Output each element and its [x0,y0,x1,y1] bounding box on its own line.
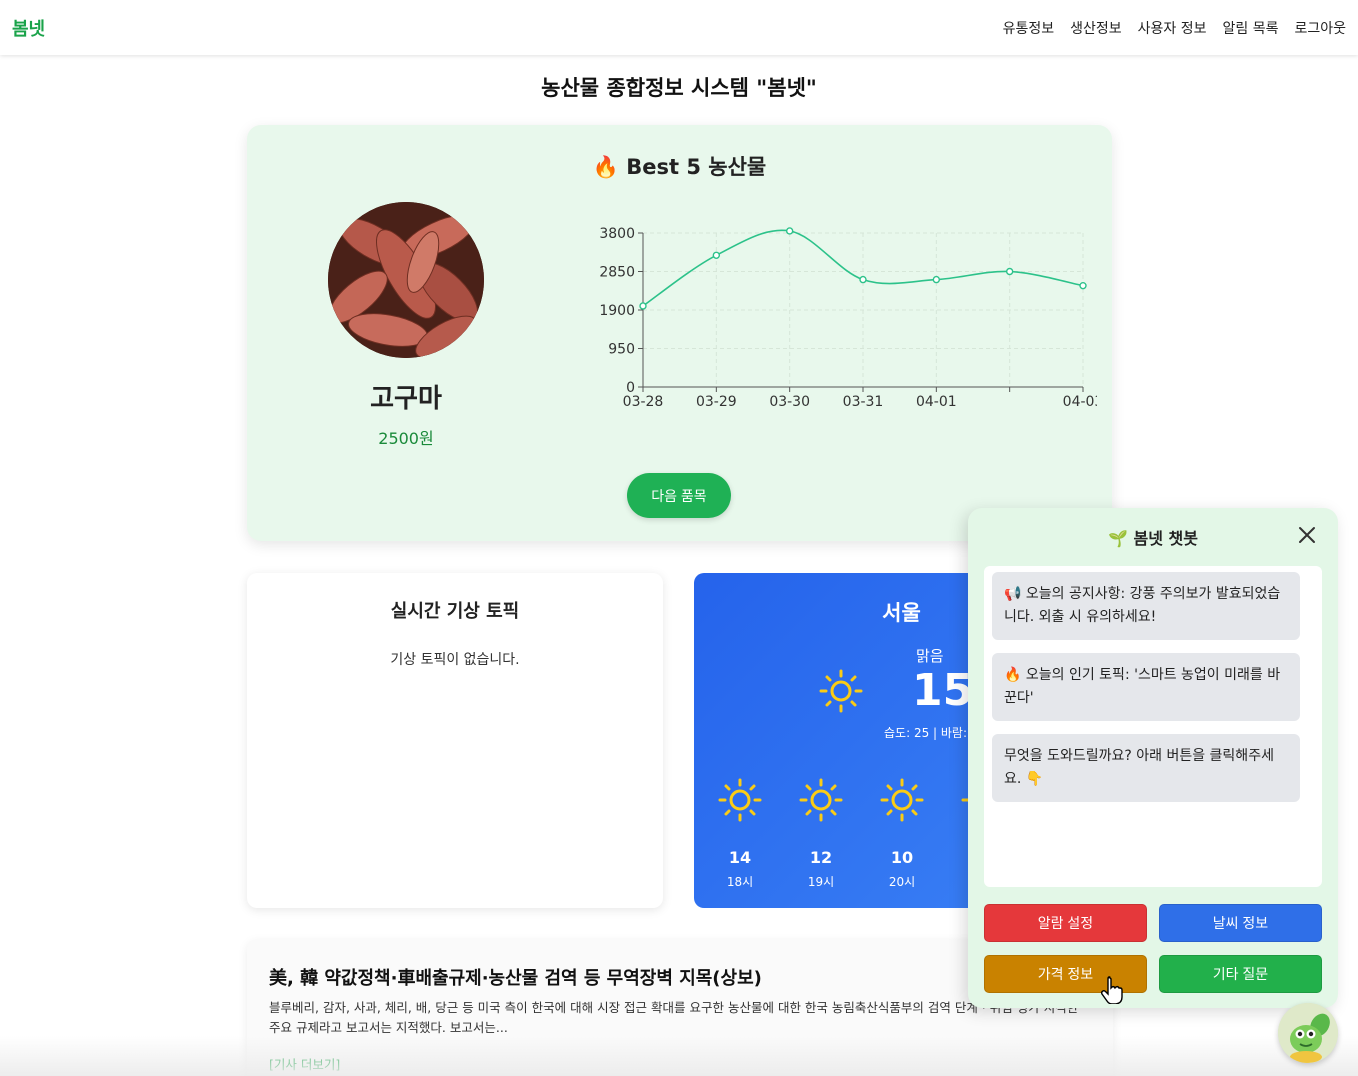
weather-topic-empty: 기상 토픽이 없습니다. [390,652,520,668]
sun-icon [718,778,762,822]
data-point [712,251,721,259]
y-tick-label: 2850 [599,265,635,281]
navbar: 봄넷 유통정보 생산정보 사용자 정보 알림 목록 로그아웃 [0,0,1358,55]
data-point [639,302,647,310]
chat-message: 📢 오늘의 공지사항: 강풍 주의보가 발효되었습니다. 외출 시 유의하세요! [992,572,1300,640]
nav-link-notifications[interactable]: 알림 목록 [1222,18,1278,38]
sun-icon [799,778,843,822]
close-icon[interactable] [1296,524,1318,546]
y-tick-label: 950 [608,342,635,358]
price-line-chart: 095019002850380003-28 03-29 03-30 03-31 04-0… [599,226,1097,410]
y-tick-label: 1900 [599,303,635,319]
weather-detail: 습도: 25 | 바람: [884,726,968,740]
x-tick-label: 03-30 [769,394,810,410]
news-read-more-link[interactable]: [기사 더보기] [269,1054,340,1073]
y-tick-label: 3800 [599,226,635,242]
hourly-time: 19시 [807,875,835,889]
sun-icon [819,669,863,717]
alarm-settings-button[interactable]: 알람 설정 [984,904,1147,942]
hourly-forecast-item: 10 20시 [872,778,932,890]
hourly-forecast-item: 12 19시 [791,778,851,890]
page-title: 농산물 종합정보 시스템 "봄넷" [541,76,817,100]
best-products-card: 🔥 Best 5 농산물 고구마 2500원 0 950 1900 2850 3800 0… [247,125,1112,541]
weather-condition: 맑음 [916,647,944,665]
next-item-button[interactable]: 다음 품목 [627,473,731,518]
product-image [328,202,484,358]
chatbot-panel: 🌱 봄넷 챗봇 📢 오늘의 공지사항: 강풍 주의보가 발효되었습니다. 외출 … [968,508,1338,1008]
product-name: 고구마 [370,384,442,414]
best-products-title: 🔥 Best 5 농산물 [592,155,767,179]
nav-link-production[interactable]: 생산정보 [1070,18,1122,38]
data-point [859,275,867,284]
other-question-button[interactable]: 기타 질문 [1159,955,1322,993]
x-tick-label: 03-31 [843,394,884,410]
news-title[interactable]: 美, 韓 약값정책·車배출규제·농산물 검역 등 무역장벽 지목(상보) [269,964,762,990]
hourly-temp: 14 [728,848,752,867]
weather-city: 서울 [882,601,921,625]
chat-message-list[interactable]: 📢 오늘의 공지사항: 강풍 주의보가 발효되었습니다. 외출 시 유의하세요!… [984,566,1322,887]
chat-message: 🔥 오늘의 인기 토픽: '스마트 농업이 미래를 바꾼다' [992,653,1300,721]
nav-link-user-info[interactable]: 사용자 정보 [1138,18,1207,38]
product-price: 2500원 [378,429,434,448]
chatbot-title: 🌱 봄넷 챗봇 [1108,529,1198,548]
hand-pointer-cursor-icon [1100,976,1124,1008]
x-tick-label: 03-28 [623,394,664,410]
weather-temperature: 15 [912,665,974,716]
data-point [1005,267,1014,276]
weather-info-button[interactable]: 날씨 정보 [1159,904,1322,942]
weather-topic-card: 실시간 기상 토픽 기상 토픽이 없습니다. [247,573,663,908]
brand-logo[interactable]: 봄넷 [12,15,45,41]
nav-link-distribution[interactable]: 유통정보 [1003,18,1055,38]
hourly-time: 20시 [888,875,916,889]
nav-links: 유통정보 생산정보 사용자 정보 알림 목록 로그아웃 [1003,18,1346,38]
x-tick-label: 03-29 [696,394,737,410]
x-tick-label: 04-01 [916,394,957,410]
x-tick-label: 04-03 [1063,394,1097,410]
hourly-forecast-item: 14 18시 [710,778,770,890]
chat-message: 무엇을 도와드릴까요? 아래 버튼을 클릭해주세요. 👇 [992,734,1300,802]
hourly-temp: 12 [809,848,833,867]
news-body: 블루베리, 감자, 사과, 체리, 배, 당근 등 미국 측이 한국에 대해 시… [269,1000,1079,1035]
nav-link-logout[interactable]: 로그아웃 [1294,18,1346,38]
data-point [932,275,941,284]
hourly-temp: 10 [890,848,914,867]
data-point [1079,281,1087,290]
data-point [785,227,794,235]
weather-topic-title: 실시간 기상 토픽 [390,601,520,622]
hourly-time: 18시 [726,875,754,889]
sun-icon [880,778,924,822]
chatbot-mascot-icon[interactable] [1278,1003,1338,1063]
